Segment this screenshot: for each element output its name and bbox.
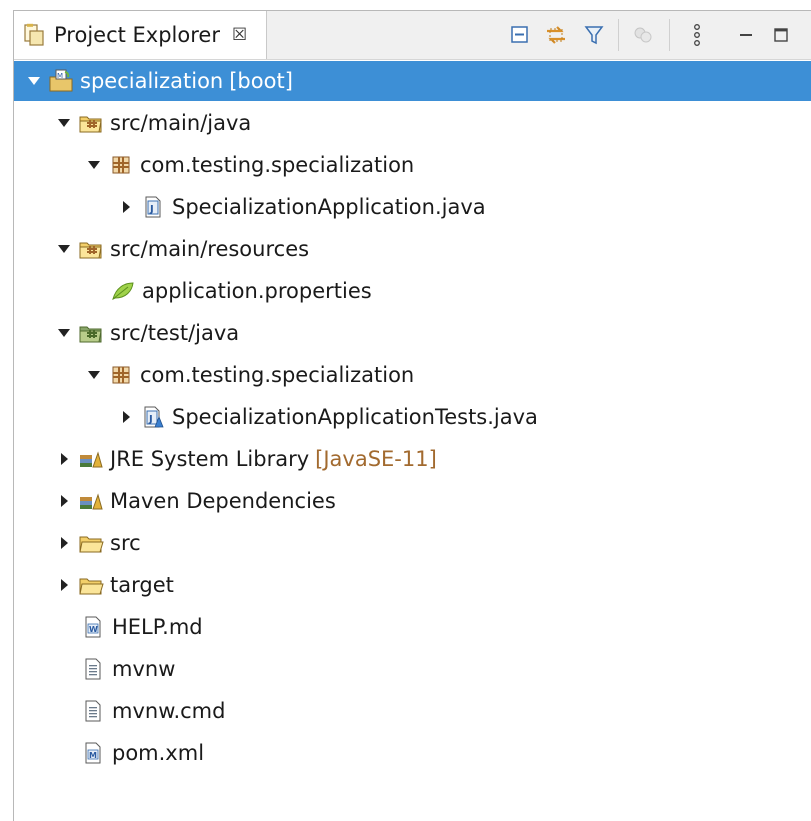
expand-arrow-icon[interactable] [24,71,44,91]
tree-item-label: src/main/resources [110,237,310,261]
source-folder-icon [78,111,104,135]
tree-item-file[interactable]: M pom.xml [14,733,811,773]
library-icon [78,447,104,471]
collapsed-arrow-icon[interactable] [54,449,74,469]
collapsed-arrow-icon[interactable] [54,533,74,553]
project-tree: M specialization [boot] src/main/java co… [14,59,811,821]
tree-item-folder[interactable]: target [14,565,811,605]
expand-arrow-icon[interactable] [54,323,74,343]
project-decoration: [boot] [229,69,293,93]
tree-item-java-test-file[interactable]: J SpecializationApplicationTests.java [14,397,811,437]
link-with-editor-icon[interactable] [544,23,568,47]
collapsed-arrow-icon[interactable] [116,197,136,217]
folder-icon [78,573,104,597]
tree-item-label: com.testing.specialization [140,363,415,387]
svg-text:W: W [89,625,98,634]
folder-icon [78,531,104,555]
tree-item-label: JRE System Library [110,447,310,471]
tree-item-file[interactable]: mvnw.cmd [14,691,811,731]
spring-properties-icon [110,279,136,303]
tree-item-label: src/test/java [110,321,240,345]
tree-item-package[interactable]: com.testing.specialization [14,145,811,185]
expand-arrow-icon[interactable] [54,239,74,259]
markdown-file-icon: W [80,615,106,639]
tree-item-label: Maven Dependencies [110,489,336,513]
tree-item-label: mvnw.cmd [112,699,226,723]
svg-text:J: J [148,414,153,425]
package-icon [108,363,134,387]
test-source-folder-icon [78,321,104,345]
tree-item-label: HELP.md [112,615,203,639]
tree-item-source-folder[interactable]: src/main/java [14,103,811,143]
maven-pom-icon: M [80,741,106,765]
tree-item-java-file[interactable]: J SpecializationApplication.java [14,187,811,227]
maximize-icon[interactable] [769,23,793,47]
spring-project-icon: M [48,69,74,93]
project-explorer-icon [24,23,44,46]
expand-arrow-icon[interactable] [84,155,104,175]
tab-project-explorer[interactable]: Project Explorer ☒ [14,11,267,59]
tree-item-folder[interactable]: src [14,523,811,563]
text-file-icon [80,657,106,681]
close-icon[interactable]: ☒ [232,25,247,45]
tree-item-file[interactable]: mvnw [14,649,811,689]
tree-item-label: src [110,531,141,555]
collapsed-arrow-icon[interactable] [54,575,74,595]
collapse-all-icon[interactable] [508,23,532,47]
minimize-icon[interactable] [734,23,758,47]
expand-arrow-icon[interactable] [54,113,74,133]
tree-item-source-folder[interactable]: src/main/resources [14,229,811,269]
svg-text:J: J [149,204,154,215]
collapsed-arrow-icon[interactable] [116,407,136,427]
tree-item-project[interactable]: M specialization [boot] [14,61,811,101]
tree-item-label: application.properties [142,279,372,303]
project-explorer-view: Project Explorer ☒ M specialization [boo… [13,10,811,821]
tree-item-jre-library[interactable]: JRE System Library [JavaSE-11] [14,439,811,479]
tree-item-package[interactable]: com.testing.specialization [14,355,811,395]
tree-item-label: target [110,573,174,597]
svg-text:M: M [57,72,63,80]
filter-icon[interactable] [582,23,606,47]
tab-label: Project Explorer [54,23,220,47]
package-icon [108,153,134,177]
java-file-icon: J [140,195,166,219]
java-test-file-icon: J [140,405,166,429]
library-decoration: [JavaSE-11] [315,447,437,471]
expand-arrow-icon[interactable] [84,365,104,385]
view-menu-icon[interactable] [685,23,709,47]
view-tab-bar: Project Explorer ☒ [14,11,811,60]
source-folder-icon [78,237,104,261]
toolbar-separator [618,19,619,51]
library-icon [78,489,104,513]
tree-item-label: SpecializationApplicationTests.java [172,405,538,429]
disabled-action-icon [631,23,655,47]
tree-item-maven-dependencies[interactable]: Maven Dependencies [14,481,811,521]
tree-item-label: SpecializationApplication.java [172,195,486,219]
tree-item-properties-file[interactable]: application.properties [14,271,811,311]
svg-text:M: M [89,751,97,760]
tree-item-label: pom.xml [112,741,205,765]
tree-item-label: src/main/java [110,111,252,135]
toolbar-separator [669,19,670,51]
tree-item-file[interactable]: W HELP.md [14,607,811,647]
collapsed-arrow-icon[interactable] [54,491,74,511]
tree-item-test-source-folder[interactable]: src/test/java [14,313,811,353]
tree-item-label: com.testing.specialization [140,153,415,177]
text-file-icon [80,699,106,723]
tree-item-label: specialization [80,69,224,93]
tree-item-label: mvnw [112,657,176,681]
